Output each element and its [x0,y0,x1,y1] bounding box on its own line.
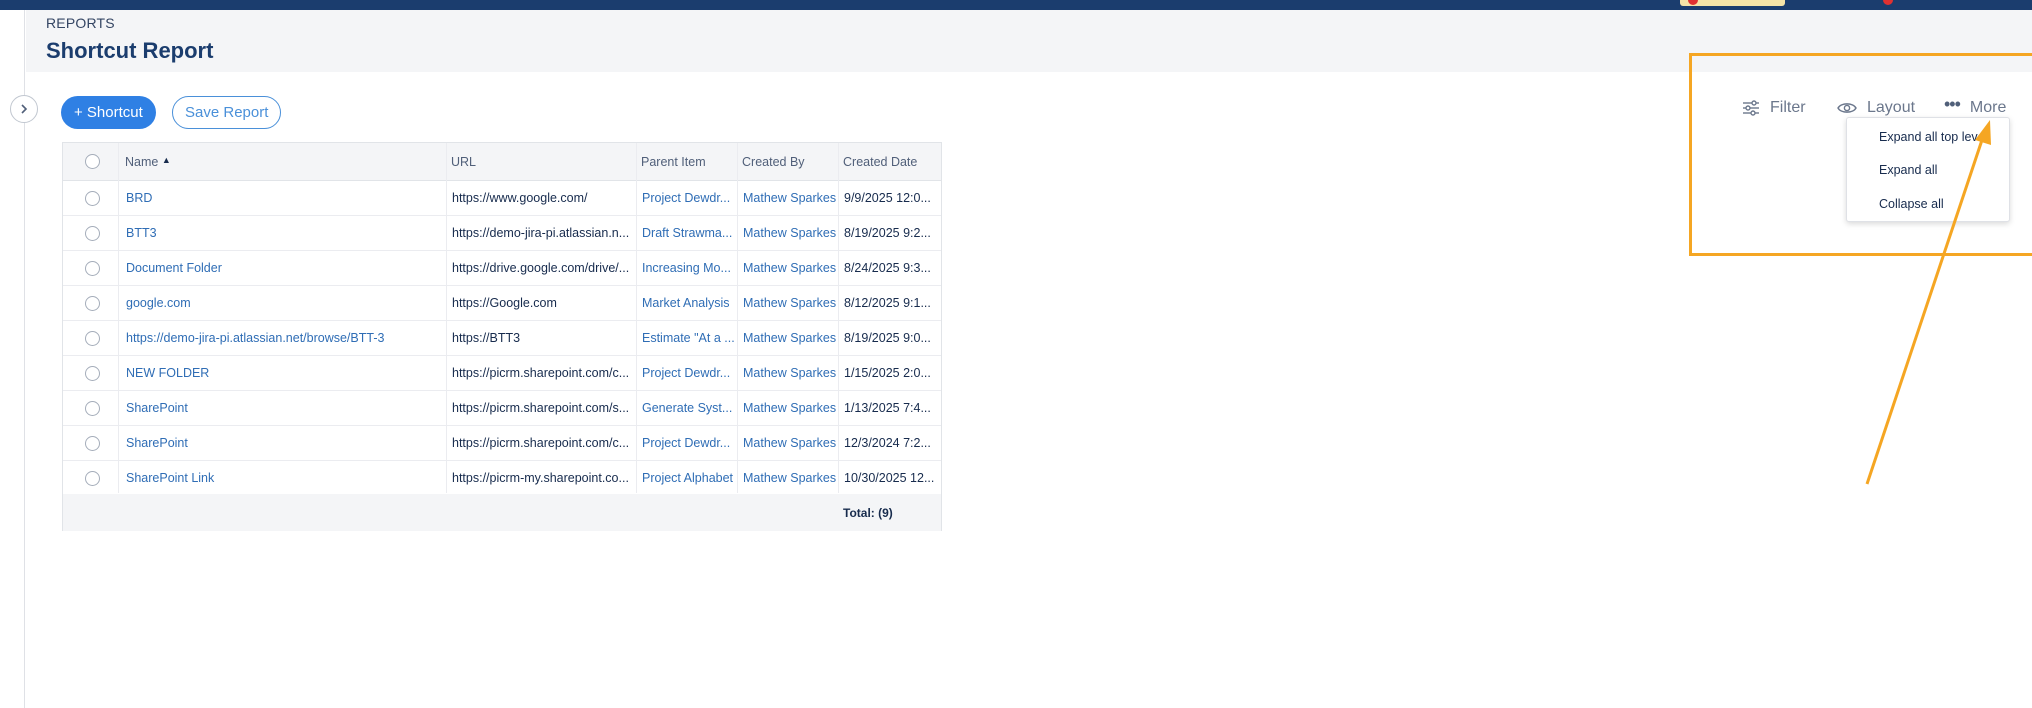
table-row[interactable]: Document Folder https://drive.google.com… [63,251,941,286]
shortcut-name-link[interactable]: google.com [126,296,436,310]
column-header-name[interactable]: Name ▲ [125,155,171,169]
column-header-created-date[interactable]: Created Date [843,155,917,169]
shortcut-name-link[interactable]: https://demo-jira-pi.atlassian.net/brows… [126,331,436,345]
column-header-created-by[interactable]: Created By [742,155,805,169]
shortcut-name-link[interactable]: BTT3 [126,226,436,240]
save-report-button[interactable]: Save Report [172,96,282,129]
shortcut-url: https://BTT3 [452,331,521,345]
shortcut-name-link[interactable]: NEW FOLDER [126,366,436,380]
parent-item-link[interactable]: Project Dewdr... [642,436,736,450]
expand-sidebar-button[interactable] [10,95,38,123]
parent-item-link[interactable]: Draft Strawma... [642,226,736,240]
row-select-radio[interactable] [85,331,100,346]
created-by-link[interactable]: Mathew Sparkes [743,401,837,415]
top-app-bar [0,0,2032,10]
row-select-radio[interactable] [85,191,100,206]
column-header-url[interactable]: URL [451,155,476,169]
table-row[interactable]: SharePoint https://picrm.sharepoint.com/… [63,391,941,426]
created-by-link[interactable]: Mathew Sparkes [743,366,837,380]
chevron-right-icon [21,104,28,114]
shortcut-url: https://picrm.sharepoint.com/s... [452,401,630,415]
created-by-link[interactable]: Mathew Sparkes [743,191,837,205]
created-date: 9/9/2025 12:0... [844,191,931,205]
breadcrumb[interactable]: REPORTS [46,15,115,31]
created-date: 8/24/2025 9:3... [844,261,931,275]
shortcut-name-link[interactable]: Document Folder [126,261,436,275]
created-by-link[interactable]: Mathew Sparkes [743,471,837,485]
table-row[interactable]: https://demo-jira-pi.atlassian.net/brows… [63,321,941,356]
created-date: 1/15/2025 2:0... [844,366,931,380]
shortcut-url: https://demo-jira-pi.atlassian.n... [452,226,630,240]
row-select-radio[interactable] [85,401,100,416]
table-row[interactable]: SharePoint Link https://picrm-my.sharepo… [63,461,941,496]
row-select-radio[interactable] [85,366,100,381]
row-select-radio[interactable] [85,436,100,451]
parent-item-link[interactable]: Project Dewdr... [642,191,736,205]
shortcut-name-link[interactable]: SharePoint Link [126,471,436,485]
shortcut-url: https://picrm.sharepoint.com/c... [452,436,630,450]
row-select-radio[interactable] [85,261,100,276]
row-select-radio[interactable] [85,471,100,486]
shortcut-name-link[interactable]: BRD [126,191,436,205]
alert-dot [1883,0,1893,5]
shortcut-url: https://Google.com [452,296,557,310]
shortcut-url: https://drive.google.com/drive/... [452,261,630,275]
page-title: Shortcut Report [46,38,214,63]
total-count: Total: (9) [843,506,893,520]
table-row[interactable]: NEW FOLDER https://picrm.sharepoint.com/… [63,356,941,391]
created-by-link[interactable]: Mathew Sparkes [743,331,837,345]
created-by-link[interactable]: Mathew Sparkes [743,261,837,275]
parent-item-link[interactable]: Project Dewdr... [642,366,736,380]
created-date: 8/19/2025 9:0... [844,331,931,345]
table-row[interactable]: SharePoint https://picrm.sharepoint.com/… [63,426,941,461]
created-date: 8/12/2025 9:1... [844,296,931,310]
annotation-highlight-box [1689,53,2032,256]
created-date: 12/3/2024 7:2... [844,436,931,450]
created-date: 10/30/2025 12... [844,471,935,485]
parent-item-link[interactable]: Project Alphabet [642,471,736,485]
table-row[interactable]: BRD https://www.google.com/ Project Dewd… [63,181,941,216]
shortcut-url: https://picrm-my.sharepoint.co... [452,471,629,485]
row-select-radio[interactable] [85,296,100,311]
select-all-radio[interactable] [85,154,100,169]
created-date: 1/13/2025 7:4... [844,401,931,415]
created-by-link[interactable]: Mathew Sparkes [743,296,837,310]
shortcut-url: https://picrm.sharepoint.com/c... [452,366,630,380]
created-by-link[interactable]: Mathew Sparkes [743,436,837,450]
parent-item-link[interactable]: Market Analysis [642,296,736,310]
column-header-parent-item[interactable]: Parent Item [641,155,706,169]
shortcut-name-link[interactable]: SharePoint [126,436,436,450]
parent-item-link[interactable]: Generate Syst... [642,401,736,415]
table-header: Name ▲ URL Parent Item Created By Create… [63,143,941,181]
created-date: 8/19/2025 9:2... [844,226,931,240]
sort-asc-icon: ▲ [161,155,171,165]
shortcut-table: Name ▲ URL Parent Item Created By Create… [62,142,942,531]
table-row[interactable]: BTT3 https://demo-jira-pi.atlassian.n...… [63,216,941,251]
parent-item-link[interactable]: Estimate "At a ... [642,331,736,345]
created-by-link[interactable]: Mathew Sparkes [743,226,837,240]
add-shortcut-button[interactable]: + Shortcut [61,96,156,129]
column-label: Name [125,155,159,169]
shortcut-name-link[interactable]: SharePoint [126,401,436,415]
row-select-radio[interactable] [85,226,100,241]
parent-item-link[interactable]: Increasing Mo... [642,261,736,275]
table-footer: Total: (9) [63,494,941,531]
shortcut-url: https://www.google.com/ [452,191,588,205]
table-row[interactable]: google.com https://Google.com Market Ana… [63,286,941,321]
